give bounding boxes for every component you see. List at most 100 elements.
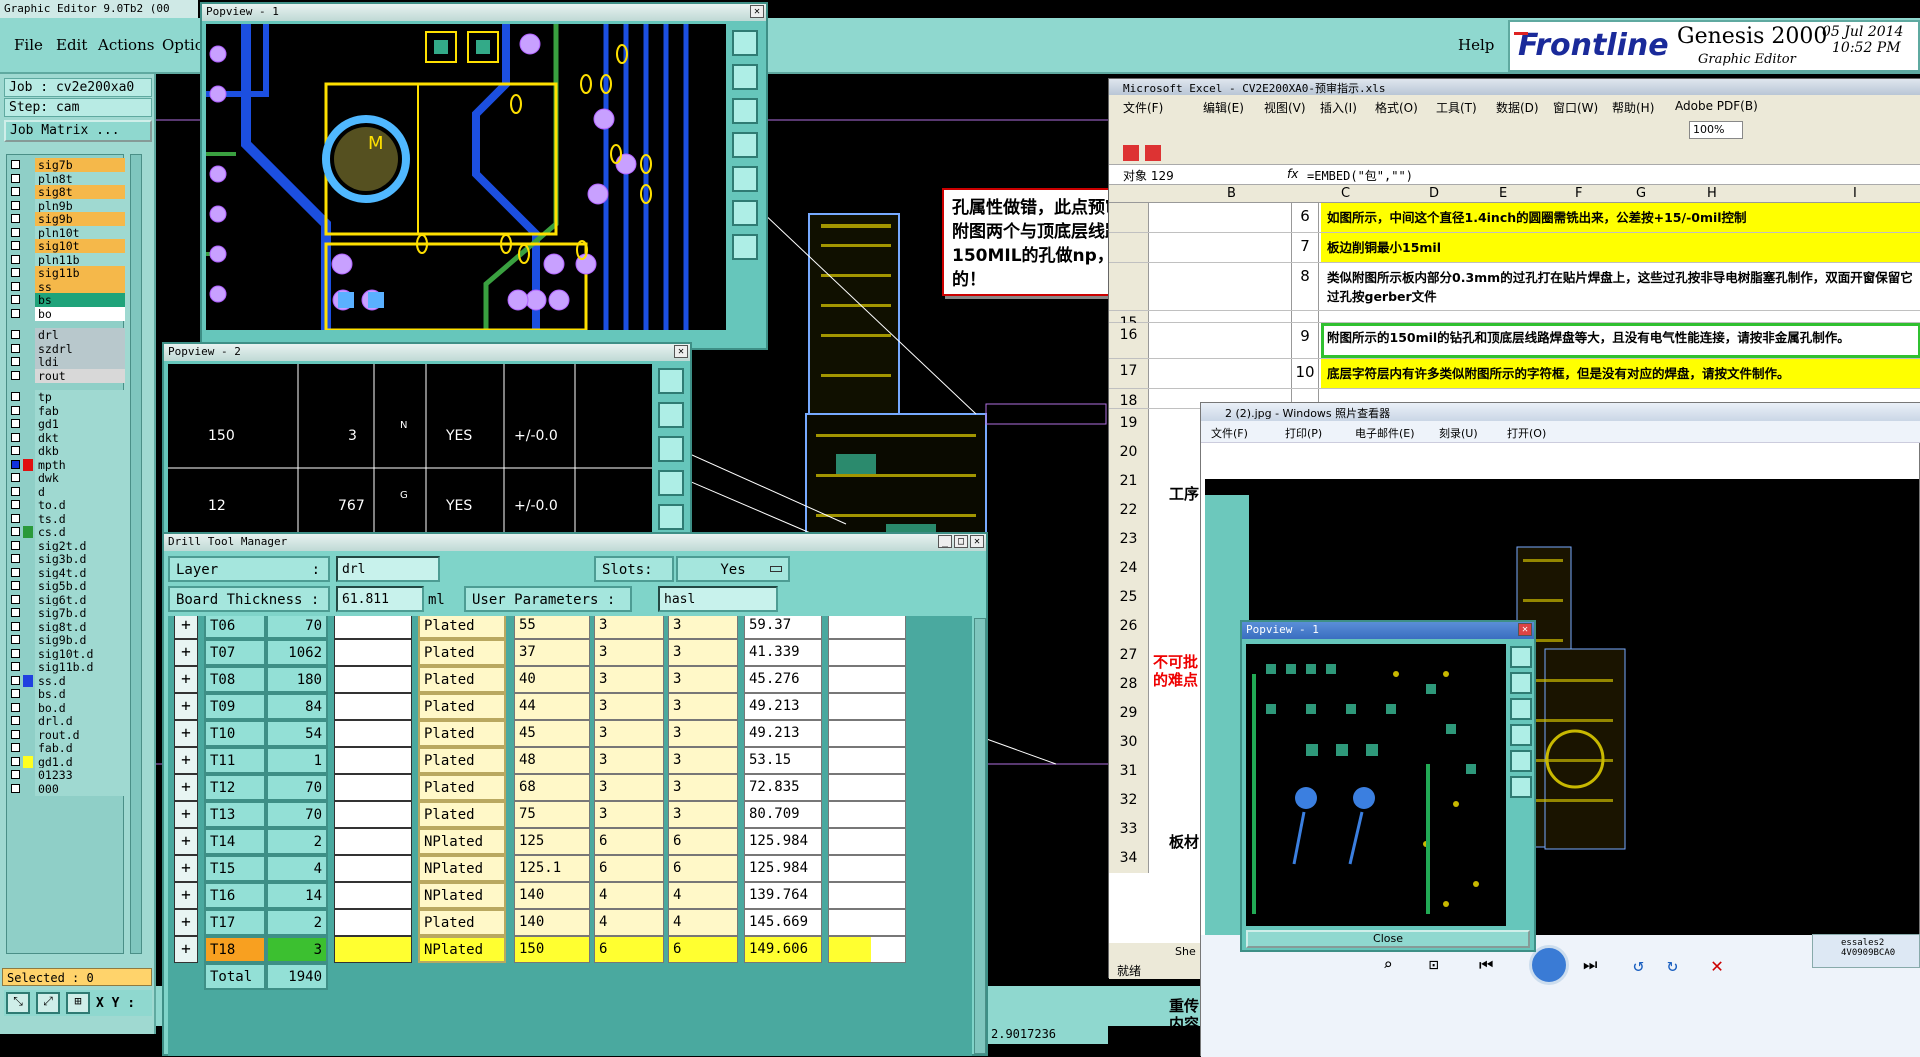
excel-menu-file[interactable]: 文件(F) (1123, 99, 1163, 116)
layer-checkbox[interactable] (11, 527, 20, 536)
drill-tool-manager-window[interactable]: Drill Tool Manager _ □ ✕ Layer: drl Slot… (162, 532, 988, 1056)
tool-drill-size-input[interactable]: 72.835 (744, 774, 822, 801)
layer-row[interactable]: dkt (9, 430, 125, 445)
pv-menu-email[interactable]: 电子邮件(E) (1355, 425, 1415, 441)
item-number[interactable]: 8 (1291, 263, 1319, 310)
tool-note-input[interactable] (828, 639, 906, 666)
layer-row[interactable]: sig9b.d (9, 633, 125, 647)
tool-size-input[interactable]: 75 (514, 801, 590, 828)
row-number[interactable]: 20 (1109, 438, 1149, 467)
item-number[interactable]: 9 (1291, 323, 1319, 358)
layer-checkbox[interactable] (11, 357, 20, 366)
layer-list-scrollbar[interactable] (130, 154, 142, 954)
tool-size-input[interactable]: 55 (514, 616, 590, 639)
tool-min-tol-input[interactable]: 3 (594, 720, 664, 747)
layer-row[interactable]: d (9, 484, 125, 499)
layer-row[interactable]: szdrl (9, 341, 125, 356)
excel-menu-format[interactable]: 格式(O) (1375, 99, 1418, 116)
item-text[interactable]: 附图所示的150mil的钻孔和顶底层线路焊盘等大，且没有电气性能连接，请按非金属… (1321, 323, 1920, 358)
tool-finish-input[interactable] (334, 801, 412, 828)
layer-checkbox[interactable] (11, 187, 20, 196)
layer-row[interactable]: sig8t (9, 185, 125, 199)
layer-row[interactable]: rout.d (9, 727, 125, 742)
layer-row[interactable]: ldi (9, 355, 125, 369)
zoom-select[interactable]: 100% (1689, 121, 1743, 139)
tool-finish-input[interactable] (334, 882, 412, 909)
excel-row[interactable]: 6 如图所示，中间这个直径1.4inch的圆圈需铣出来，公差按+15/-0mil控… (1109, 203, 1920, 233)
drill-tool-row[interactable]: + T13 70 Plated 75 3 3 80.709 (174, 799, 972, 829)
tool-min-tol-input[interactable]: 3 (594, 693, 664, 720)
excel-menu-help[interactable]: 帮助(H) (1612, 99, 1654, 116)
layer-row[interactable]: sig11b.d (9, 660, 125, 674)
tool-type-dropdown[interactable]: NPlated (418, 855, 506, 882)
layer-row[interactable]: drl.d (9, 714, 125, 728)
expand-row-icon[interactable]: + (174, 828, 198, 855)
tool-finish-input[interactable] (334, 666, 412, 693)
layer-checkbox[interactable] (11, 783, 20, 793)
tool-finish-input[interactable] (334, 936, 412, 963)
layer-checkbox[interactable] (11, 675, 20, 685)
col-e[interactable]: E (1499, 186, 1507, 201)
next-icon[interactable]: ⏭ (1583, 955, 1619, 975)
layer-row[interactable]: bo (9, 306, 125, 321)
pdf-icon[interactable] (1123, 145, 1139, 161)
tool-note-input[interactable] (828, 747, 906, 774)
tool-size-input[interactable]: 125 (514, 828, 590, 855)
rotate-left-icon[interactable]: ↺ (1633, 955, 1657, 976)
tool-drill-size-input[interactable]: 53.15 (744, 747, 822, 774)
popview-1-pan-right-icon[interactable] (732, 166, 758, 192)
tool-drill-size-input[interactable]: 41.339 (744, 639, 822, 666)
tool-max-tol-input[interactable]: 3 (668, 774, 738, 801)
layer-row[interactable]: ss.d (9, 673, 125, 688)
col-f[interactable]: F (1575, 186, 1582, 201)
popview-2-titlebar[interactable]: Popview - 2 ✕ (164, 344, 690, 361)
tray-notification[interactable]: essales2 4V0909BCA0 (1812, 934, 1920, 968)
expand-row-icon[interactable]: + (174, 774, 198, 801)
layer-row[interactable]: pln11b (9, 252, 125, 267)
layer-row[interactable]: 000 (9, 781, 125, 796)
col-i[interactable]: I (1853, 186, 1857, 201)
tool-max-tol-input[interactable]: 4 (668, 909, 738, 936)
tool-drill-size-input[interactable]: 49.213 (744, 720, 822, 747)
layer-checkbox[interactable] (11, 405, 20, 415)
tool-note-input[interactable] (828, 666, 906, 693)
pv-menu-open[interactable]: 打开(O) (1507, 425, 1546, 441)
popview-2-canvas[interactable]: 150 3 N YES +/-0.0 12 767 G YES +/-0.0 (168, 364, 652, 534)
item-text[interactable] (1321, 311, 1920, 322)
layer-row[interactable]: drl (9, 328, 125, 342)
excel-menu-data[interactable]: 数据(D) (1496, 99, 1539, 116)
drill-tool-row[interactable]: + T09 84 Plated 44 3 3 49.213 (174, 691, 972, 721)
tool-max-tol-input[interactable]: 6 (668, 936, 738, 963)
excel-titlebar[interactable]: Microsoft Excel - CV2E200XA0-预审指示.xls (1109, 79, 1920, 95)
row-number[interactable] (1109, 263, 1149, 310)
popview-1-fit-icon[interactable] (732, 200, 758, 226)
layer-row[interactable]: sig7b (9, 158, 125, 172)
close-icon[interactable]: ✕ (674, 345, 688, 358)
tool-finish-input[interactable] (334, 720, 412, 747)
tool-type-dropdown[interactable]: Plated (418, 616, 506, 639)
tool-note-input[interactable] (828, 693, 906, 720)
tool-max-tol-input[interactable]: 3 (668, 693, 738, 720)
measure-tool-icon[interactable]: ⤢ (36, 992, 60, 1014)
layer-row[interactable]: fab.d (9, 741, 125, 755)
close-icon[interactable]: ✕ (750, 5, 764, 18)
layer-row[interactable]: sig7b.d (9, 606, 125, 620)
drill-tool-row[interactable]: + T10 54 Plated 45 3 3 49.213 (174, 718, 972, 748)
tool-note-input[interactable] (828, 936, 906, 963)
layer-checkbox[interactable] (11, 160, 20, 169)
tool-note-input[interactable] (828, 855, 906, 882)
drill-tool-row[interactable]: + T17 2 Plated 140 4 4 145.669 (174, 907, 972, 937)
layer-checkbox[interactable] (11, 689, 20, 698)
item-number[interactable] (1291, 311, 1319, 322)
tool-drill-size-input[interactable]: 80.709 (744, 801, 822, 828)
row-number[interactable]: 32 (1109, 786, 1149, 815)
sheet-tab[interactable]: She (1175, 945, 1196, 958)
layer-checkbox[interactable] (11, 459, 20, 469)
tool-min-tol-input[interactable]: 4 (594, 909, 664, 936)
rotate-right-icon[interactable]: ↻ (1667, 955, 1691, 976)
tool-drill-size-input[interactable]: 125.984 (744, 855, 822, 882)
tool-size-input[interactable]: 150 (514, 936, 590, 963)
row-number[interactable] (1109, 233, 1149, 262)
popview-2-pan-up-icon[interactable] (658, 402, 684, 428)
layer-checkbox[interactable] (11, 330, 20, 339)
